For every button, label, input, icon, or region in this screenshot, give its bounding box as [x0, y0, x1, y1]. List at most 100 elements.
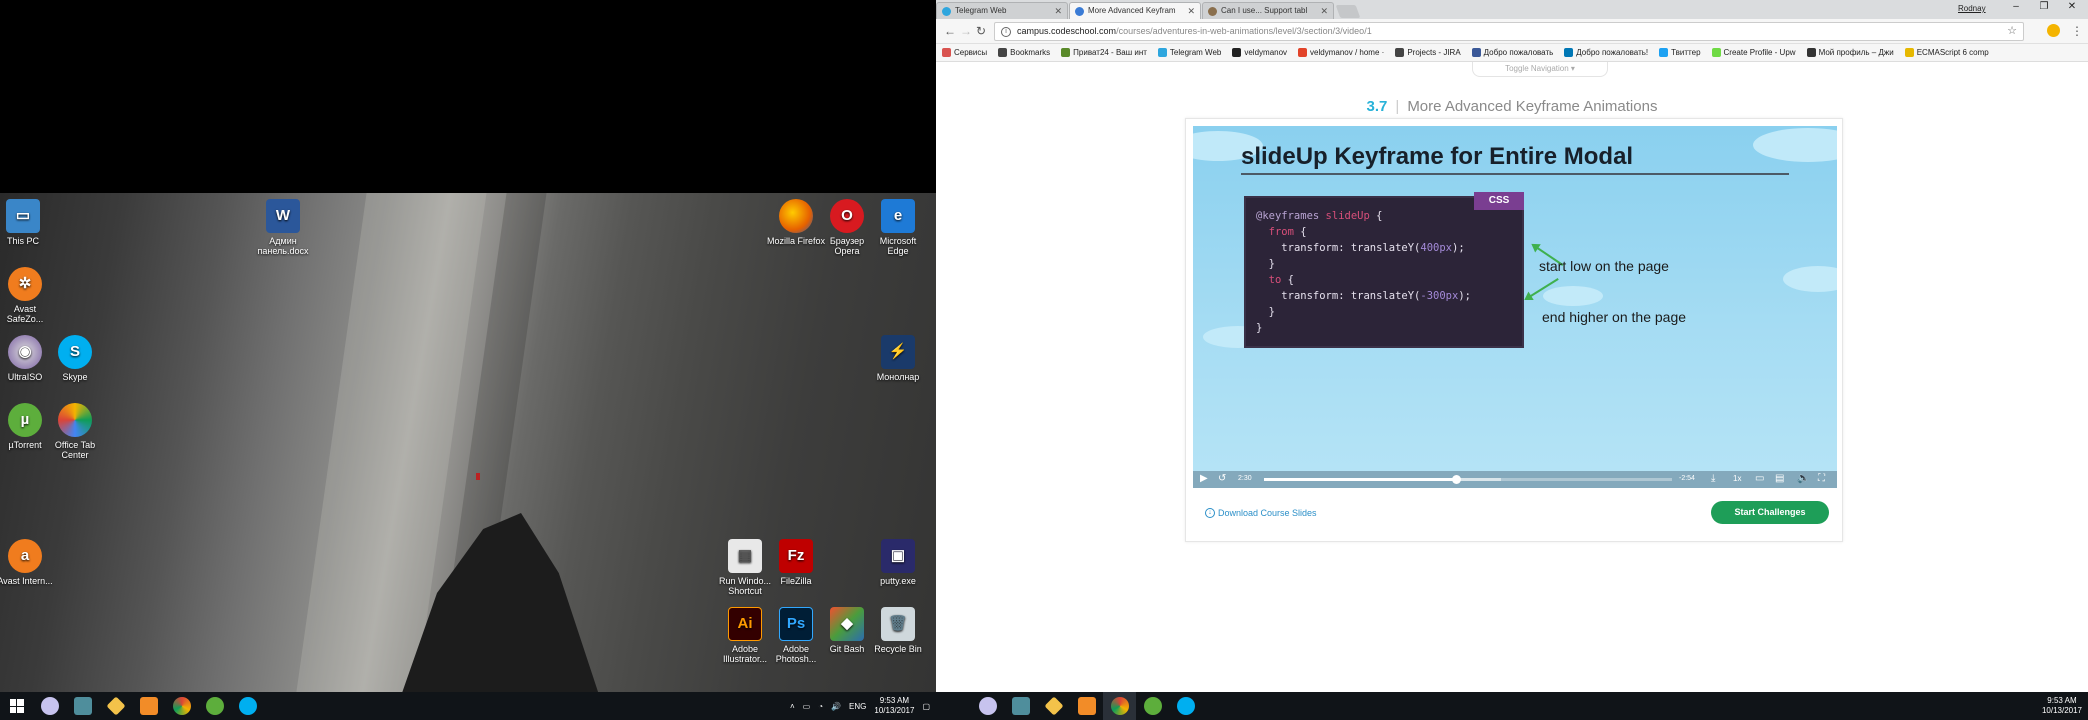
- illustrator-icon: Ai: [728, 607, 762, 641]
- taskbar-app-explorer[interactable]: [66, 692, 99, 720]
- tray-battery-icon[interactable]: ▭: [803, 702, 811, 711]
- close-window-button[interactable]: ✕: [2061, 1, 2083, 17]
- start-button[interactable]: [0, 692, 33, 720]
- tray-clock[interactable]: 9:53 AM 10/13/2017: [874, 696, 914, 716]
- taskbar-app-chrome[interactable]: [1103, 692, 1136, 720]
- bookmark-favicon-icon: [998, 48, 1008, 57]
- bookmark-item[interactable]: Мой профиль – Джи: [1806, 48, 1894, 57]
- taskbar-app-explorer[interactable]: [1004, 692, 1037, 720]
- bookmark-item[interactable]: Добро пожаловать!: [1564, 48, 1648, 57]
- toggle-navigation-button[interactable]: Toggle Navigation ▾: [1472, 62, 1608, 77]
- desktop-icon-illustrator[interactable]: Ai Adobe Illustrator...: [716, 607, 774, 664]
- rewind-icon[interactable]: ↺: [1218, 473, 1226, 484]
- skype-icon: S: [58, 335, 92, 369]
- bookmark-star-icon[interactable]: ☆: [2007, 23, 2017, 40]
- seek-bar[interactable]: [1264, 475, 1672, 484]
- play-icon[interactable]: ▶: [1200, 473, 1208, 484]
- tray-clock-right[interactable]: 9:53 AM 10/13/2017: [2042, 696, 2082, 716]
- desktop-icon-avast-internet[interactable]: a Avast Intern...: [0, 539, 54, 586]
- desktop-icon-photoshop[interactable]: Ps Adobe Photosh...: [767, 607, 825, 664]
- bookmark-item[interactable]: Сервисы: [942, 48, 987, 57]
- forward-button[interactable]: →: [960, 24, 972, 38]
- desktop-icon-filezilla[interactable]: Fz FileZilla: [767, 539, 825, 586]
- minimize-button[interactable]: –: [2005, 1, 2027, 17]
- address-bar[interactable]: i campus.codeschool.com/courses/adventur…: [994, 22, 2024, 41]
- bookmark-item[interactable]: ECMAScript 6 comp: [1904, 48, 1989, 57]
- tab-telegram[interactable]: Telegram Web ✕: [936, 2, 1068, 19]
- bookmark-label: Projects - JIRA: [1407, 48, 1461, 57]
- bookmark-item[interactable]: veldymanov: [1232, 48, 1287, 57]
- desktop-icon-putty[interactable]: ▣ putty.exe: [869, 539, 927, 586]
- bookmark-item[interactable]: Добро пожаловать: [1471, 48, 1553, 57]
- close-tab-icon[interactable]: ✕: [1187, 6, 1195, 17]
- notification-icon[interactable]: ▢: [922, 702, 930, 711]
- disc-icon: ◉: [8, 335, 42, 369]
- right-monitor-browser: Telegram Web ✕ More Advanced Keyfram ✕ C…: [936, 0, 2088, 720]
- bookmark-item[interactable]: Приват24 - Ваш инт: [1061, 48, 1147, 57]
- desktop-icon-office-tab-center[interactable]: Office Tab Center: [46, 403, 104, 460]
- desktop-icon-edge[interactable]: e Microsoft Edge: [869, 199, 927, 256]
- close-tab-icon[interactable]: ✕: [1320, 6, 1328, 17]
- back-button[interactable]: ←: [944, 24, 956, 38]
- bookmark-favicon-icon: [1806, 48, 1816, 57]
- close-tab-icon[interactable]: ✕: [1054, 6, 1062, 17]
- new-tab-button[interactable]: [1335, 5, 1361, 18]
- avast-icon: a: [8, 539, 42, 573]
- download-slides-link[interactable]: ↓ Download Course Slides: [1205, 508, 1317, 518]
- taskbar-app-sourcetree[interactable]: [1037, 692, 1070, 720]
- bookmark-item[interactable]: veldymanov / home ·: [1298, 48, 1384, 57]
- bookmark-label: Telegram Web: [1169, 48, 1222, 57]
- tray-chevron-up-icon[interactable]: ˄: [790, 702, 795, 711]
- bookmark-item[interactable]: Bookmarks: [998, 48, 1050, 57]
- taskbar-app-utorrent[interactable]: [1136, 692, 1169, 720]
- captions-icon[interactable]: ▭: [1755, 473, 1764, 484]
- download-icon[interactable]: ⤓: [1711, 473, 1715, 484]
- settings-icon[interactable]: ▤: [1775, 473, 1784, 484]
- desktop-icon-skype[interactable]: S Skype: [46, 335, 104, 382]
- desktop-icon-recycle-bin[interactable]: 🗑 Recycle Bin: [869, 607, 927, 654]
- bookmark-label: Bookmarks: [1010, 48, 1051, 57]
- bookmark-item[interactable]: Твиттер: [1659, 48, 1701, 57]
- desktop-icon-monoblock[interactable]: ⚡ Монолнар: [869, 335, 927, 382]
- taskbar-app-skype[interactable]: [1169, 692, 1202, 720]
- tab-codeschool[interactable]: More Advanced Keyfram ✕: [1069, 2, 1201, 19]
- taskbar-app-utorrent[interactable]: [198, 692, 231, 720]
- tray-network-icon[interactable]: ◔: [818, 702, 823, 711]
- desktop-icon-avast-safezone[interactable]: ✲ Avast SafeZo...: [0, 267, 54, 324]
- reload-button[interactable]: ↻: [976, 24, 986, 38]
- video-player[interactable]: slideUp Keyframe for Entire Modal @keyfr…: [1193, 126, 1837, 488]
- taskbar-app-chrome[interactable]: [165, 692, 198, 720]
- taskbar-app-skype[interactable]: [231, 692, 264, 720]
- desktop-icon-word-doc[interactable]: W Админ панель.docx: [254, 199, 312, 256]
- bookmark-item[interactable]: Create Profile - Upw: [1711, 48, 1796, 57]
- taskbar-app-sublime[interactable]: [1070, 692, 1103, 720]
- site-info-icon[interactable]: i: [1001, 27, 1011, 37]
- annotation-start-low: start low on the page: [1539, 258, 1669, 274]
- taskbar-app-chromium[interactable]: [33, 692, 66, 720]
- menu-icon[interactable]: ⋮: [2071, 24, 2083, 38]
- fullscreen-icon[interactable]: ⛶: [1818, 473, 1825, 484]
- speed-button[interactable]: 1x: [1733, 474, 1741, 483]
- profile-name[interactable]: Rodnay: [1958, 4, 1986, 13]
- tray-language[interactable]: ENG: [849, 702, 866, 711]
- volume-icon[interactable]: 🔈: [1797, 473, 1809, 484]
- bookmark-item[interactable]: Projects - JIRA: [1395, 48, 1461, 57]
- utorrent-icon: [1143, 697, 1162, 715]
- desktop-icon-firefox[interactable]: Mozilla Firefox: [767, 199, 825, 246]
- bookmark-label: ECMAScript 6 comp: [1916, 48, 1989, 57]
- extension-icon[interactable]: [2047, 24, 2060, 37]
- start-challenges-button[interactable]: Start Challenges: [1711, 501, 1829, 524]
- seek-handle[interactable]: [1451, 475, 1461, 484]
- taskbar-app-sublime[interactable]: [132, 692, 165, 720]
- tray-volume-icon[interactable]: 🔊: [831, 702, 841, 711]
- bookmark-item[interactable]: Telegram Web: [1157, 48, 1222, 57]
- desktop-icon-this-pc[interactable]: ▭ This PC: [0, 199, 52, 246]
- restore-button[interactable]: ❐: [2033, 1, 2055, 17]
- taskbar-app-sourcetree[interactable]: [99, 692, 132, 720]
- tab-caniuse[interactable]: Can I use... Support tabl ✕: [1202, 2, 1334, 19]
- desktop-icon-opera[interactable]: O Браузер Opera: [818, 199, 876, 256]
- bookmark-favicon-icon: [1904, 48, 1914, 57]
- desktop-icon-runwindow[interactable]: ▤ Run Windo... Shortcut: [716, 539, 774, 596]
- desktop-icon-gitbash[interactable]: ◆ Git Bash: [818, 607, 876, 654]
- taskbar-app-chromium[interactable]: [971, 692, 1004, 720]
